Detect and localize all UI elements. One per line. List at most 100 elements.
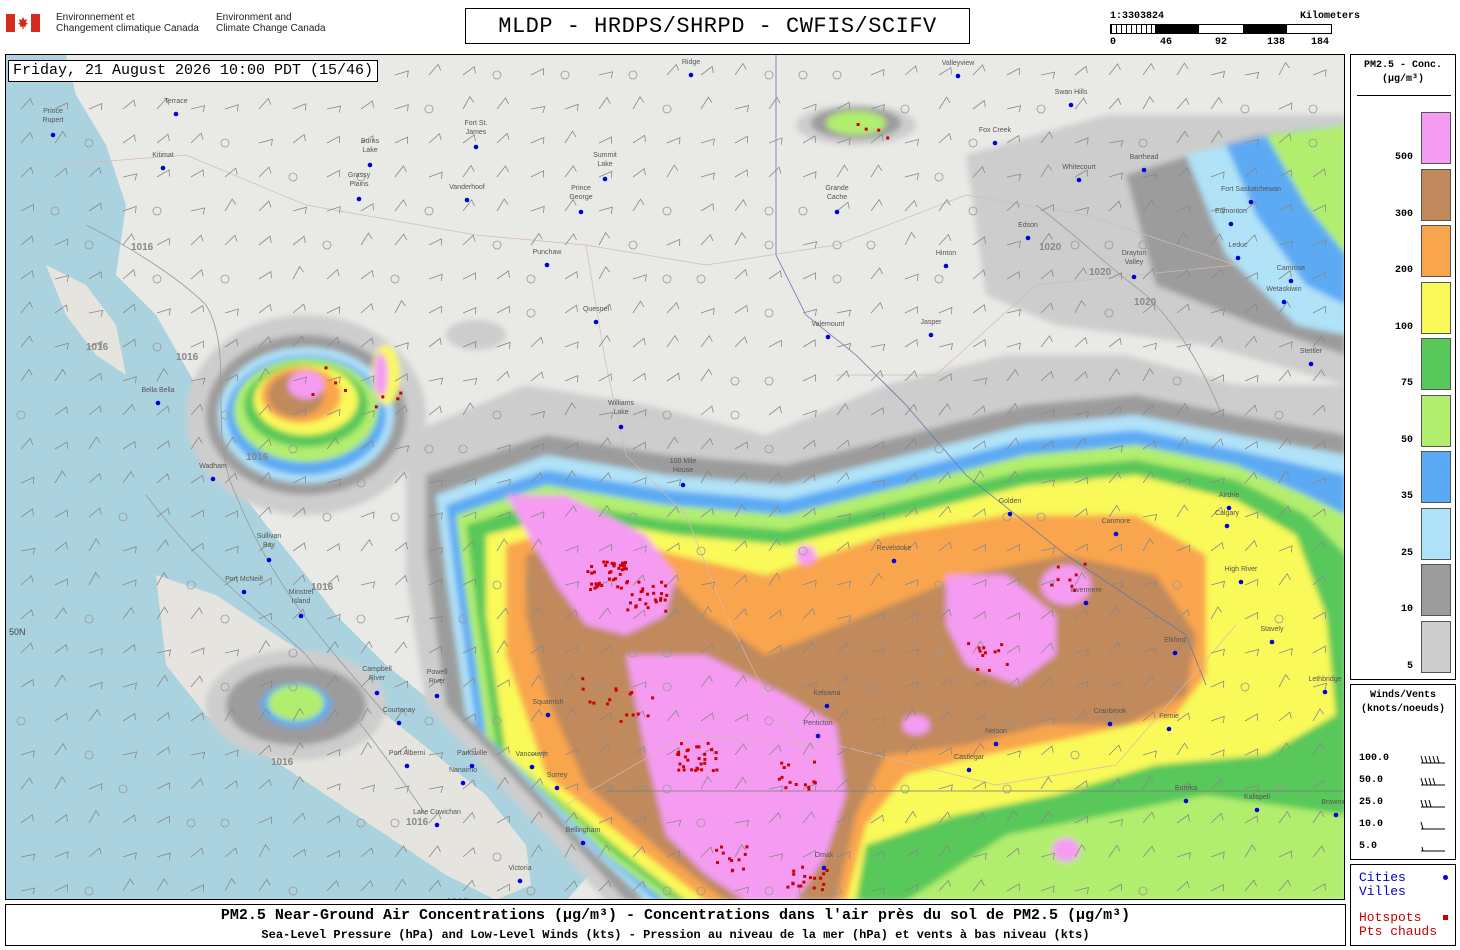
wind-barb [662, 206, 672, 216]
wind-barb [802, 272, 817, 280]
city-dot [834, 209, 840, 215]
smoke-forecast-map[interactable]: 1016 1016 1016 1016 1016 1016 1016 1016 … [5, 54, 1345, 900]
hotspot-marker [803, 874, 807, 878]
wind-barb [496, 270, 510, 280]
wind-barb [1040, 335, 1053, 348]
hotspot-marker [631, 713, 635, 717]
city-name-line2: Lake [362, 147, 377, 154]
city-marker[interactable]: Grassy Plains [348, 172, 371, 202]
hotspot-marker [1083, 562, 1087, 566]
wind-barb [734, 304, 748, 314]
hotspot-marker [592, 701, 596, 705]
wind-barb [900, 104, 910, 114]
legend-swatch [1421, 338, 1451, 390]
city-marker[interactable]: Quesnel [583, 306, 610, 325]
city-marker[interactable]: Burns Lake [361, 138, 380, 168]
city-dot [160, 165, 166, 171]
city-dot [1172, 650, 1178, 656]
city-dot [1068, 102, 1074, 108]
city-name: Minstrel [289, 589, 314, 596]
city-dot [815, 733, 821, 739]
wind-barb-icon [1421, 846, 1445, 852]
city-marker[interactable]: Grande Cache [825, 185, 849, 215]
hotspot-marker [618, 572, 622, 576]
city-marker[interactable]: Ridge [682, 59, 700, 78]
city-name-line2: Bay [263, 542, 276, 549]
hotspots-label: Hotspots [1359, 910, 1422, 925]
wind-barb [428, 405, 442, 416]
city-marker[interactable]: Jasper [920, 319, 942, 338]
wind-barb [492, 240, 502, 250]
wind-barb [1240, 104, 1250, 114]
city-marker[interactable]: Terrace [164, 98, 188, 117]
city-marker[interactable]: Swan Hills [1055, 89, 1088, 108]
wind-barb [1244, 71, 1260, 79]
hotspot-marker [794, 783, 798, 786]
wind-barb [632, 167, 646, 178]
hotspot-marker [703, 761, 707, 765]
hotspot-marker [625, 713, 629, 717]
wind-barb [836, 201, 850, 212]
hotspot-marker [604, 563, 608, 567]
wind-barb [224, 308, 239, 316]
legend-level-label: 100 [1394, 321, 1413, 333]
wind-barb [258, 235, 272, 246]
city-name: Leduc [1228, 242, 1248, 249]
isobar-label: 1016 [446, 897, 469, 900]
city-name: Jasper [920, 319, 942, 326]
wind-barb [292, 265, 304, 280]
city-dot [464, 197, 470, 203]
legend-level-label: 300 [1394, 208, 1413, 220]
wind-barb [326, 542, 340, 552]
map-canvas: 1016 1016 1016 1016 1016 1016 1016 1016 … [6, 55, 1344, 900]
hotspot-marker [654, 600, 658, 604]
city-name: Elkford [1164, 637, 1186, 644]
wind-barb [564, 375, 579, 383]
city-marker[interactable]: Prince George [569, 185, 593, 215]
legend-swatch [1421, 281, 1451, 334]
hotspot-marker [628, 692, 632, 696]
city-dot [460, 780, 466, 786]
city-marker[interactable]: Valemount [812, 321, 845, 340]
wind-barb [292, 103, 307, 111]
city-dot [367, 162, 373, 168]
city-marker[interactable]: Fox Creek [979, 127, 1012, 146]
wind-barb [292, 206, 308, 214]
legend-level-label: 10 [1400, 604, 1413, 615]
hotspot-marker [646, 606, 650, 610]
wind-barb [768, 96, 781, 110]
city-dot-icon [1443, 875, 1448, 880]
wind-barb [734, 169, 748, 178]
wind-legend-row: 10.0 [1359, 819, 1451, 833]
city-marker[interactable]: Valleyview [942, 60, 975, 79]
city-dot [1248, 199, 1254, 205]
wind-barb [764, 70, 774, 80]
wind-barb [802, 339, 816, 348]
hotspot-marker [706, 741, 710, 745]
wind-barb [700, 334, 713, 348]
wind-barb [530, 371, 544, 382]
wind-barb [526, 308, 536, 318]
city-marker[interactable]: Summit Lake [593, 152, 617, 182]
city-marker[interactable]: Kitimat [152, 152, 174, 171]
hotspot-marker [686, 748, 690, 752]
wind-speed-label: 50.0 [1359, 775, 1384, 786]
legend-level-label: 200 [1394, 265, 1413, 276]
city-marker[interactable]: Punchaw [533, 249, 563, 268]
city-marker[interactable]: Fort St. James [465, 120, 488, 150]
city-marker[interactable]: Hinton [936, 250, 956, 269]
city-dot [1183, 798, 1189, 804]
isobar-label: 1016 [271, 757, 294, 768]
city-name: Wetaskiwin [1266, 286, 1301, 293]
wind-barb [632, 96, 645, 110]
hotspot-marker [665, 593, 669, 597]
hotspot-marker [977, 646, 981, 650]
city-marker[interactable]: Vanderhoof [449, 184, 485, 203]
wind-barb [526, 274, 536, 284]
city-dot [396, 720, 402, 726]
wind-barb [1176, 97, 1190, 110]
legend-swatch [1421, 620, 1451, 673]
wind-barb [394, 70, 409, 78]
hotspot-marker [590, 565, 594, 568]
wind-barb [428, 337, 442, 348]
